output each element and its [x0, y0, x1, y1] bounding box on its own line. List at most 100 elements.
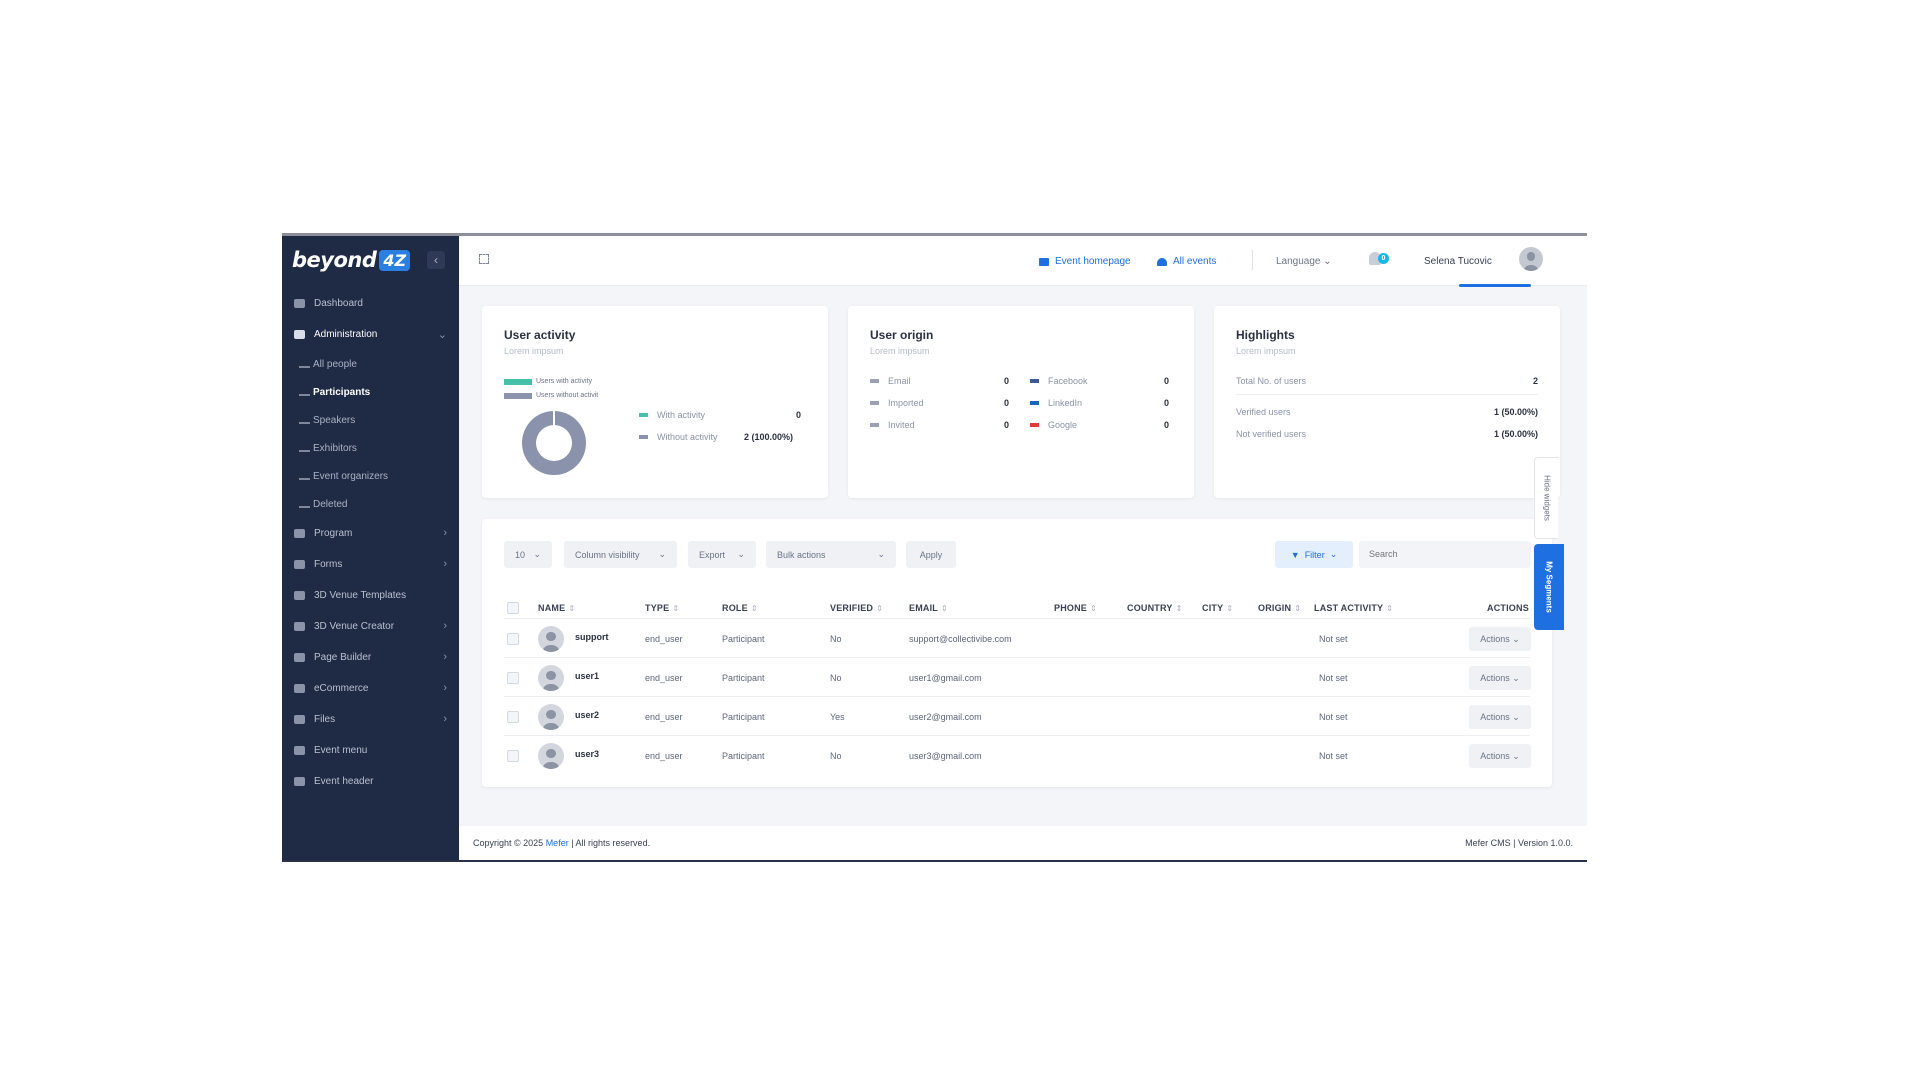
logo[interactable]: beyond 4Z: [292, 246, 411, 274]
stat-label: LinkedIn: [1048, 398, 1083, 408]
user-name[interactable]: Selena Tucovic: [1424, 256, 1492, 267]
google-swatch: [1030, 423, 1039, 427]
column-header-country[interactable]: COUNTRY ⇕: [1127, 603, 1182, 613]
sidebar-item-ecommerce[interactable]: eCommerce ›: [282, 673, 459, 704]
row-checkbox[interactable]: [507, 711, 519, 723]
column-header-actions: ACTIONS: [1487, 603, 1529, 613]
sidebar-item-administration[interactable]: Administration ⌄: [282, 319, 459, 350]
column-header-name[interactable]: NAME ⇕: [538, 603, 575, 613]
row-actions-button[interactable]: Actions ⌄: [1469, 627, 1531, 651]
language-label: Language: [1276, 256, 1321, 267]
verified-users-label: Verified users: [1236, 407, 1291, 417]
collapse-sidebar-button[interactable]: ‹: [427, 251, 445, 269]
column-header-origin[interactable]: ORIGIN ⇕: [1258, 603, 1301, 613]
participants-table-panel: 10 ⌄ Column visibility ⌄ Export ⌄ Bulk a…: [482, 519, 1552, 787]
cell-name[interactable]: user2: [575, 710, 599, 720]
page-size-select[interactable]: 10 ⌄: [504, 541, 552, 568]
row-actions-button[interactable]: Actions ⌄: [1469, 666, 1531, 690]
cell-last-activity: Not set: [1319, 634, 1348, 644]
language-select[interactable]: Language ⌄: [1276, 256, 1332, 267]
sidebar-item-3d-venue-templates[interactable]: 3D Venue Templates: [282, 580, 459, 611]
cell-email: support@collectivibe.com: [909, 634, 1012, 644]
version-info: Mefer CMS | Version 1.0.0.: [1465, 838, 1573, 848]
row-actions-button[interactable]: Actions ⌄: [1469, 744, 1531, 768]
sort-icon: ⇕: [568, 604, 576, 613]
person-off-icon: [299, 500, 310, 508]
select-all-checkbox[interactable]: [507, 602, 519, 614]
column-header-phone[interactable]: PHONE ⇕: [1054, 603, 1097, 613]
person-icon: [299, 472, 310, 480]
sort-icon: ⇕: [750, 604, 758, 613]
sidebar-subitem-exhibitors[interactable]: Exhibitors: [282, 434, 459, 462]
sidebar-item-files[interactable]: Files ›: [282, 704, 459, 735]
column-header-type[interactable]: TYPE ⇕: [645, 603, 679, 613]
column-header-verified[interactable]: VERIFIED ⇕: [830, 603, 883, 613]
sidebar-subitem-speakers[interactable]: Speakers: [282, 406, 459, 434]
sidebar-item-3d-venue-creator[interactable]: 3D Venue Creator ›: [282, 611, 459, 642]
legend-label: Users with activity: [536, 378, 593, 385]
sidebar-subitem-event-organizers[interactable]: Event organizers: [282, 462, 459, 490]
header-label: LAST ACTIVITY: [1314, 603, 1384, 613]
hide-widgets-tab[interactable]: Hide widgets: [1534, 457, 1558, 539]
sidebar-item-label: Administration: [314, 329, 378, 340]
apply-button[interactable]: Apply: [906, 541, 956, 568]
column-header-role[interactable]: ROLE ⇕: [722, 603, 758, 613]
event-homepage-link[interactable]: Event homepage: [1039, 256, 1131, 267]
search-input[interactable]: [1359, 541, 1531, 568]
sidebar-subitem-participants[interactable]: Participants: [282, 378, 459, 406]
swatch: [639, 435, 648, 439]
stat-label: With activity: [657, 410, 706, 420]
all-events-label: All events: [1173, 256, 1217, 267]
file-icon: [294, 715, 305, 724]
sidebar-item-dashboard[interactable]: Dashboard: [282, 288, 459, 319]
bulk-actions-select[interactable]: Bulk actions ⌄: [766, 541, 896, 568]
sidebar-item-event-menu[interactable]: Event menu: [282, 735, 459, 766]
without-activity-row: Without activity: [639, 432, 718, 442]
column-header-email[interactable]: EMAIL ⇕: [909, 603, 948, 613]
cell-name[interactable]: support: [575, 632, 609, 642]
legend-label: Users without activit: [536, 392, 599, 399]
export-button[interactable]: Export ⌄: [688, 541, 756, 568]
column-header-city[interactable]: CITY ⇕: [1202, 603, 1233, 613]
row-checkbox[interactable]: [507, 633, 519, 645]
my-segments-tab[interactable]: My Segments: [1534, 544, 1564, 630]
sidebar-subitem-all-people[interactable]: All people: [282, 350, 459, 378]
sidebar-subitem-label: Participants: [313, 386, 371, 398]
sidebar-item-forms[interactable]: Forms ›: [282, 549, 459, 580]
sidebar-item-page-builder[interactable]: Page Builder ›: [282, 642, 459, 673]
all-events-link[interactable]: All events: [1157, 256, 1216, 267]
cell-name[interactable]: user3: [575, 749, 599, 759]
origin-email: Email: [870, 376, 911, 386]
column-header-last-activity[interactable]: LAST ACTIVITY ⇕: [1314, 603, 1393, 613]
linkedin-swatch: [1030, 401, 1039, 405]
row-checkbox[interactable]: [507, 750, 519, 762]
legend-without-activity: Users without activit: [504, 392, 598, 399]
not-verified-users-value: 1 (50.00%): [1493, 429, 1538, 439]
fullscreen-icon[interactable]: [479, 254, 489, 264]
app-window: beyond 4Z ‹ Dashboard Administration ⌄ A…: [282, 233, 1587, 862]
brand-link[interactable]: Mefer: [546, 838, 569, 848]
column-visibility-button[interactable]: Column visibility ⌄: [564, 541, 677, 568]
sidebar-item-label: Page Builder: [314, 652, 372, 663]
user-avatar[interactable]: [1519, 247, 1543, 271]
card-title: User origin: [870, 328, 934, 342]
row-checkbox[interactable]: [507, 672, 519, 684]
chevron-down-icon: ⌄: [1323, 256, 1332, 267]
header-divider: [504, 618, 1530, 619]
sidebar-item-event-header[interactable]: Event header: [282, 766, 459, 797]
sidebar-subitem-label: Deleted: [313, 498, 348, 510]
filter-button[interactable]: ▼ Filter ⌄: [1275, 541, 1353, 568]
sidebar-item-label: 3D Venue Templates: [314, 590, 407, 601]
cell-name[interactable]: user1: [575, 671, 599, 681]
legend-swatch: [504, 392, 532, 399]
sort-icon: ⇕: [1294, 604, 1302, 613]
row-actions-button[interactable]: Actions ⌄: [1469, 705, 1531, 729]
sidebar-item-label: Dashboard: [314, 298, 363, 309]
sidebar-item-program[interactable]: Program ›: [282, 518, 459, 549]
origin-invited: Invited: [870, 420, 915, 430]
header-label: VERIFIED: [830, 603, 874, 613]
sidebar-subitem-deleted[interactable]: Deleted: [282, 490, 459, 518]
sidebar-subitem-label: Speakers: [313, 414, 356, 426]
header-label: ORIGIN: [1258, 603, 1292, 613]
card-title: User activity: [504, 328, 576, 342]
